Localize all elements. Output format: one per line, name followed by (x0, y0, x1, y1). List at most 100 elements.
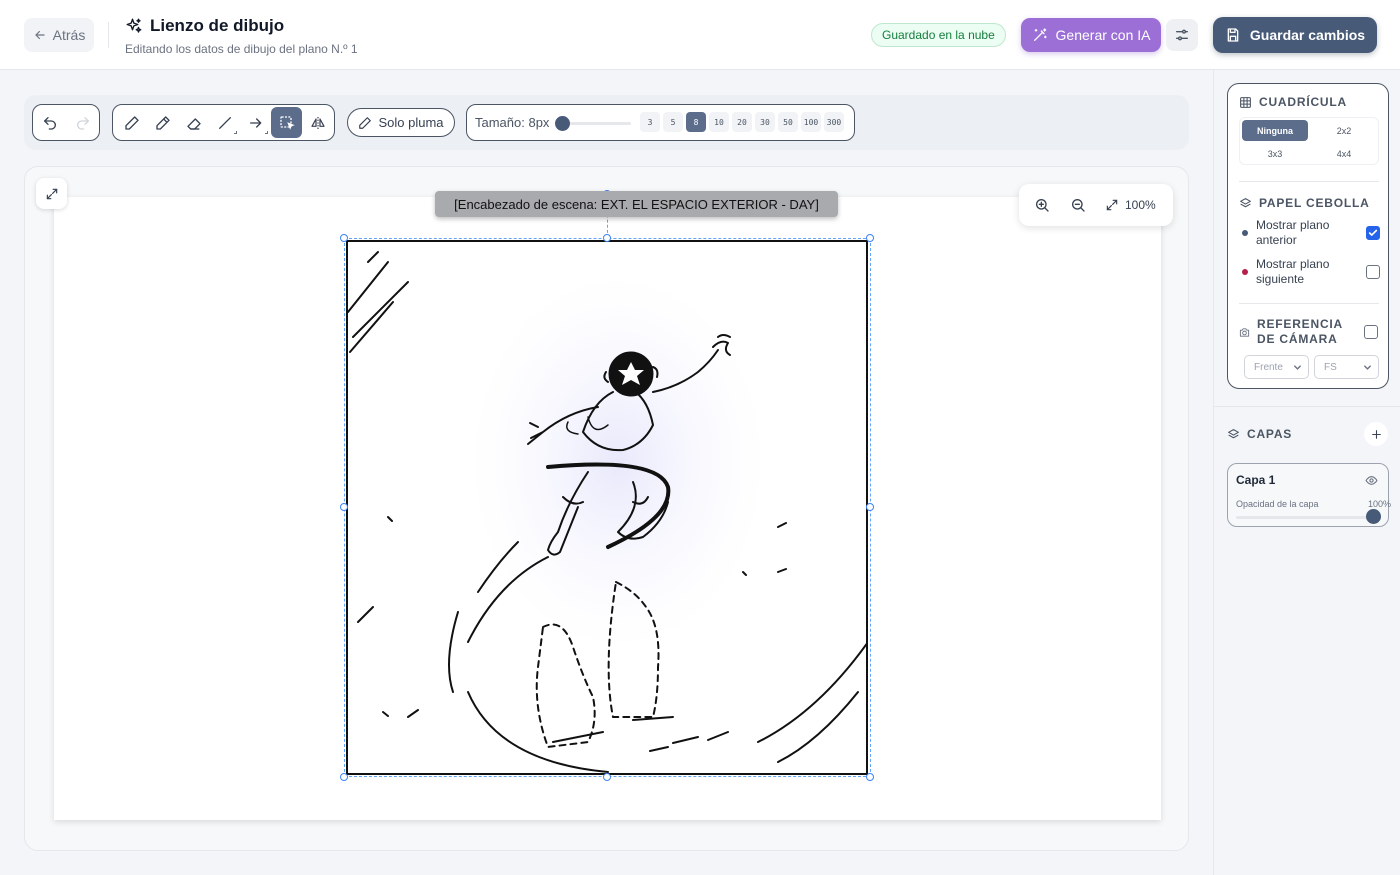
undo-button[interactable] (34, 107, 65, 138)
line-tool[interactable] (209, 107, 240, 138)
layers-icon (1228, 428, 1239, 438)
brush-size-option-8[interactable]: 8 (686, 112, 706, 132)
drawing-toolbar: Solo pluma Tamaño: 8px 3 5 8 10 20 30 50 100 300 (24, 95, 1189, 150)
pencil-tool[interactable] (147, 107, 178, 138)
lasso-select-tool[interactable] (271, 107, 302, 138)
save-changes-button[interactable]: Guardar cambios (1213, 17, 1377, 53)
pencil-icon (155, 115, 170, 130)
brush-size-option-10[interactable]: 10 (709, 112, 729, 132)
camera-reference-checkbox[interactable] (1364, 325, 1378, 339)
resize-handle[interactable] (866, 503, 874, 511)
camera-icon (1239, 327, 1250, 337)
back-button[interactable]: Atrás (24, 18, 94, 52)
pen-icon (359, 116, 372, 129)
cursor-icon (287, 122, 295, 130)
line-icon (218, 116, 231, 129)
onion-prev-row: Mostrar plano anterior (1242, 218, 1380, 248)
layers-icon (1240, 197, 1251, 207)
onion-prev-label: Mostrar plano anterior (1256, 218, 1330, 247)
section-divider (1239, 303, 1379, 304)
resize-handle[interactable] (603, 773, 611, 781)
resize-handle[interactable] (340, 234, 348, 242)
app-header: Atrás Lienzo de dibujo Editando los dato… (0, 0, 1400, 70)
grid-option-2x2[interactable]: 2x2 (1311, 120, 1377, 141)
history-group (32, 104, 100, 141)
flip-horizontal-icon (310, 116, 325, 129)
onion-prev-checkbox[interactable] (1366, 226, 1380, 240)
plus-icon (1371, 429, 1381, 439)
resize-handle[interactable] (340, 773, 348, 781)
layer-name: Capa 1 (1236, 473, 1276, 487)
brush-size-option-5[interactable]: 5 (663, 112, 683, 132)
eraser-tool[interactable] (178, 107, 209, 138)
scene-heading: [Encabezado de escena: EXT. EL ESPACIO E… (435, 191, 838, 217)
brush-size-group: Tamaño: 8px 3 5 8 10 20 30 50 100 300 (466, 104, 855, 141)
pen-icon (124, 115, 139, 130)
zoom-reset-button[interactable]: 100% (1105, 198, 1156, 212)
layer-item[interactable]: Capa 1 Opacidad de la capa 100% (1227, 463, 1391, 527)
page-title: Lienzo de dibujo (150, 16, 285, 35)
brush-size-slider-thumb[interactable] (555, 116, 570, 131)
camera-title: REFERENCIA DE CÁMARA (1257, 317, 1343, 346)
redo-icon (76, 116, 89, 130)
grid-icon (1240, 96, 1251, 108)
undo-icon (43, 116, 56, 130)
brush-size-option-30[interactable]: 30 (755, 112, 775, 132)
resize-handle[interactable] (603, 234, 611, 242)
layer-opacity-thumb[interactable] (1366, 509, 1381, 524)
zoom-controls: 100% (1019, 184, 1173, 226)
add-layer-button[interactable] (1364, 422, 1388, 446)
arrow-right-icon (249, 117, 261, 128)
arrow-tool[interactable] (240, 107, 271, 138)
pen-only-toggle[interactable]: Solo pluma (347, 108, 455, 137)
fullscreen-button[interactable] (36, 178, 67, 209)
onion-next-checkbox[interactable] (1366, 265, 1380, 279)
onion-next-row: Mostrar plano siguiente (1242, 257, 1380, 287)
resize-handle[interactable] (866, 773, 874, 781)
pen-tool[interactable] (116, 107, 147, 138)
submenu-indicator (234, 131, 237, 134)
brush-size-label: Tamaño: 8px (475, 115, 550, 130)
brush-size-option-100[interactable]: 100 (801, 112, 821, 132)
brush-size-slider-track[interactable] (561, 122, 631, 125)
chevron-down-icon (1294, 365, 1301, 370)
chevron-down-icon (1364, 365, 1371, 370)
redo-button[interactable] (67, 107, 98, 138)
camera-shot-select[interactable]: FS (1314, 355, 1379, 379)
brush-size-option-50[interactable]: 50 (778, 112, 798, 132)
save-icon (1227, 28, 1239, 42)
zoom-out-button[interactable] (1065, 192, 1091, 218)
resize-handle[interactable] (340, 503, 348, 511)
arrow-left-icon (34, 30, 45, 40)
panel-divider (1214, 406, 1400, 407)
layers-section-header: CAPAS (1227, 427, 1292, 441)
grid-option-none[interactable]: Ninguna (1242, 120, 1308, 141)
back-label: Atrás (52, 27, 86, 43)
flip-tool[interactable] (302, 107, 333, 138)
check-icon (1368, 229, 1378, 236)
grid-section-header: CUADRÍCULA (1239, 95, 1347, 109)
generate-ai-button[interactable]: Generar con IA (1021, 18, 1161, 52)
camera-angle-select[interactable]: Frente (1244, 355, 1309, 379)
sparkles-icon (126, 18, 142, 33)
camera-section-header: REFERENCIA DE CÁMARA (1239, 317, 1379, 347)
pen-only-label: Solo pluma (378, 115, 444, 130)
next-color-dot (1242, 269, 1248, 275)
selection-box[interactable] (344, 238, 871, 777)
zoom-in-button[interactable] (1029, 192, 1055, 218)
grid-options: Ninguna 2x2 3x3 4x4 (1239, 117, 1379, 165)
brush-size-option-300[interactable]: 300 (824, 112, 844, 132)
layer-opacity-track[interactable] (1236, 516, 1376, 519)
brush-size-option-20[interactable]: 20 (732, 112, 752, 132)
resize-handle[interactable] (866, 234, 874, 242)
grid-option-4x4[interactable]: 4x4 (1311, 143, 1377, 164)
eye-icon[interactable] (1365, 474, 1378, 487)
section-divider (1239, 181, 1379, 182)
settings-button[interactable] (1166, 19, 1198, 51)
maximize-icon (1106, 199, 1118, 211)
zoom-out-icon (1072, 199, 1085, 212)
brush-size-option-3[interactable]: 3 (640, 112, 660, 132)
tools-group (112, 104, 335, 141)
zoom-in-icon (1036, 199, 1049, 212)
grid-option-3x3[interactable]: 3x3 (1242, 143, 1308, 164)
